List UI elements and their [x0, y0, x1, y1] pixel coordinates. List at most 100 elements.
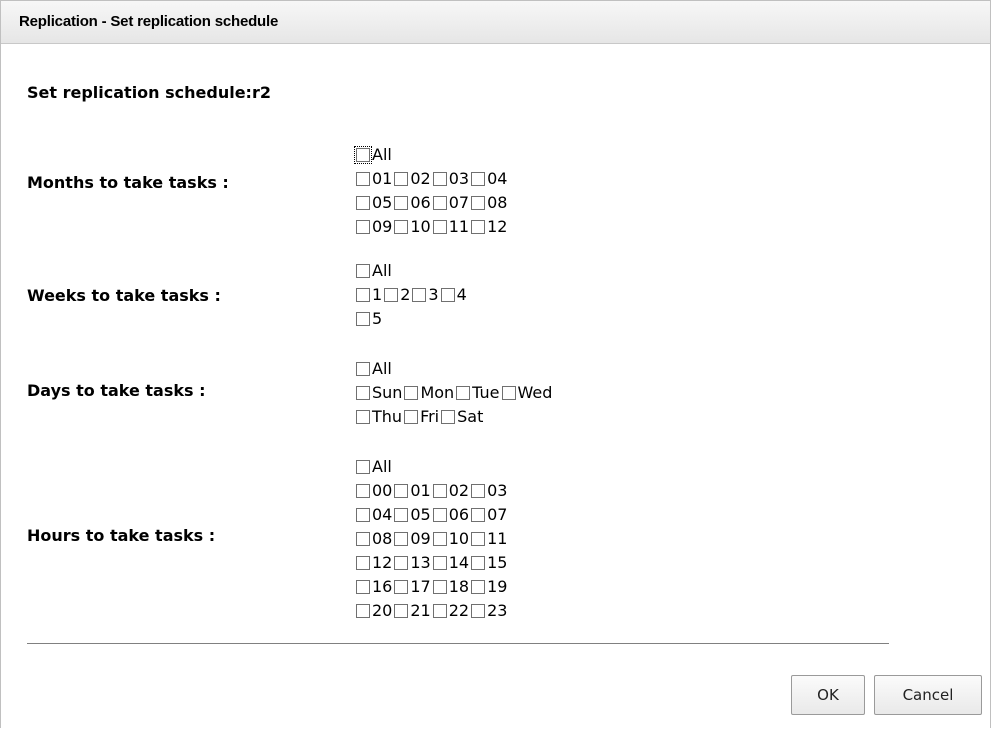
hours-option-all[interactable]: All — [355, 456, 393, 478]
months-option-10[interactable]: 10 — [393, 216, 431, 238]
days-checkbox-sat[interactable] — [441, 410, 456, 424]
months-checkbox-05[interactable] — [356, 196, 370, 210]
days-checkbox-wed[interactable] — [501, 386, 516, 400]
months-option-01[interactable]: 01 — [355, 168, 393, 190]
months-checkbox-all[interactable] — [354, 146, 372, 164]
days-checkbox-all[interactable] — [356, 362, 370, 376]
hours-option-01[interactable]: 01 — [393, 480, 431, 502]
hours-checkbox-02[interactable] — [432, 484, 447, 498]
months-checkbox-02[interactable] — [394, 172, 409, 186]
months-option-all[interactable]: All — [354, 144, 393, 166]
weeks-checkbox-all[interactable] — [356, 264, 370, 278]
hours-option-18[interactable]: 18 — [432, 576, 470, 598]
weeks-checkbox-3[interactable] — [412, 288, 427, 302]
hours-checkbox-08[interactable] — [356, 532, 370, 546]
hours-option-02[interactable]: 02 — [432, 480, 470, 502]
months-option-04[interactable]: 04 — [470, 168, 508, 190]
days-checkbox-mon[interactable] — [404, 386, 419, 400]
hours-option-04[interactable]: 04 — [355, 504, 393, 526]
hours-option-15[interactable]: 15 — [470, 552, 508, 574]
hours-option-17[interactable]: 17 — [393, 576, 431, 598]
hours-checkbox-04[interactable] — [356, 508, 370, 522]
months-checkbox-09[interactable] — [356, 220, 370, 234]
hours-option-00[interactable]: 00 — [355, 480, 393, 502]
hours-option-10[interactable]: 10 — [432, 528, 470, 550]
hours-checkbox-20[interactable] — [356, 604, 370, 618]
days-checkbox-tue[interactable] — [456, 386, 471, 400]
hours-option-11[interactable]: 11 — [470, 528, 508, 550]
hours-option-12[interactable]: 12 — [355, 552, 393, 574]
weeks-option-1[interactable]: 1 — [355, 284, 383, 306]
months-checkbox-04[interactable] — [471, 172, 486, 186]
hours-option-22[interactable]: 22 — [432, 600, 470, 622]
days-option-sat[interactable]: Sat — [440, 406, 484, 428]
hours-checkbox-10[interactable] — [432, 532, 447, 546]
months-checkbox-01[interactable] — [356, 172, 370, 186]
hours-option-14[interactable]: 14 — [432, 552, 470, 574]
months-option-12[interactable]: 12 — [470, 216, 508, 238]
hours-checkbox-16[interactable] — [356, 580, 370, 594]
hours-option-20[interactable]: 20 — [355, 600, 393, 622]
hours-checkbox-19[interactable] — [471, 580, 486, 594]
days-option-mon[interactable]: Mon — [403, 382, 455, 404]
hours-checkbox-18[interactable] — [432, 580, 447, 594]
days-option-sun[interactable]: Sun — [355, 382, 403, 404]
hours-option-13[interactable]: 13 — [393, 552, 431, 574]
months-checkbox-08[interactable] — [471, 196, 486, 210]
days-option-tue[interactable]: Tue — [455, 382, 500, 404]
weeks-checkbox-5[interactable] — [356, 312, 370, 326]
hours-checkbox-09[interactable] — [394, 532, 409, 546]
hours-option-06[interactable]: 06 — [432, 504, 470, 526]
hours-checkbox-07[interactable] — [471, 508, 486, 522]
weeks-checkbox-1[interactable] — [356, 288, 370, 302]
hours-checkbox-22[interactable] — [432, 604, 447, 618]
days-option-fri[interactable]: Fri — [403, 406, 440, 428]
months-option-08[interactable]: 08 — [470, 192, 508, 214]
days-checkbox-sun[interactable] — [356, 386, 370, 400]
months-option-05[interactable]: 05 — [355, 192, 393, 214]
months-option-02[interactable]: 02 — [393, 168, 431, 190]
months-option-11[interactable]: 11 — [432, 216, 470, 238]
hours-checkbox-05[interactable] — [394, 508, 409, 522]
hours-option-09[interactable]: 09 — [393, 528, 431, 550]
days-checkbox-thu[interactable] — [356, 410, 370, 424]
days-option-thu[interactable]: Thu — [355, 406, 403, 428]
hours-option-07[interactable]: 07 — [470, 504, 508, 526]
hours-checkbox-01[interactable] — [394, 484, 409, 498]
hours-option-21[interactable]: 21 — [393, 600, 431, 622]
weeks-option-4[interactable]: 4 — [440, 284, 468, 306]
ok-button[interactable]: OK — [791, 675, 865, 715]
hours-option-05[interactable]: 05 — [393, 504, 431, 526]
months-checkbox-10[interactable] — [394, 220, 409, 234]
hours-checkbox-12[interactable] — [356, 556, 370, 570]
hours-checkbox-15[interactable] — [471, 556, 486, 570]
months-checkbox-06[interactable] — [394, 196, 409, 210]
months-option-03[interactable]: 03 — [432, 168, 470, 190]
weeks-option-all[interactable]: All — [355, 260, 393, 282]
weeks-option-5[interactable]: 5 — [355, 308, 383, 330]
hours-checkbox-23[interactable] — [471, 604, 486, 618]
hours-checkbox-all[interactable] — [356, 460, 370, 474]
months-option-09[interactable]: 09 — [355, 216, 393, 238]
months-checkbox-03[interactable] — [432, 172, 447, 186]
days-checkbox-fri[interactable] — [404, 410, 419, 424]
hours-checkbox-21[interactable] — [394, 604, 409, 618]
weeks-checkbox-4[interactable] — [440, 288, 455, 302]
hours-checkbox-03[interactable] — [471, 484, 486, 498]
weeks-option-2[interactable]: 2 — [383, 284, 411, 306]
hours-option-19[interactable]: 19 — [470, 576, 508, 598]
hours-checkbox-00[interactable] — [356, 484, 370, 498]
months-option-06[interactable]: 06 — [393, 192, 431, 214]
hours-option-08[interactable]: 08 — [355, 528, 393, 550]
hours-option-03[interactable]: 03 — [470, 480, 508, 502]
months-checkbox-12[interactable] — [471, 220, 486, 234]
hours-checkbox-06[interactable] — [432, 508, 447, 522]
hours-checkbox-14[interactable] — [432, 556, 447, 570]
months-option-07[interactable]: 07 — [432, 192, 470, 214]
months-checkbox-07[interactable] — [432, 196, 447, 210]
cancel-button[interactable]: Cancel — [874, 675, 982, 715]
days-option-wed[interactable]: Wed — [501, 382, 554, 404]
weeks-checkbox-2[interactable] — [384, 288, 399, 302]
days-option-all[interactable]: All — [355, 358, 393, 380]
hours-checkbox-13[interactable] — [394, 556, 409, 570]
